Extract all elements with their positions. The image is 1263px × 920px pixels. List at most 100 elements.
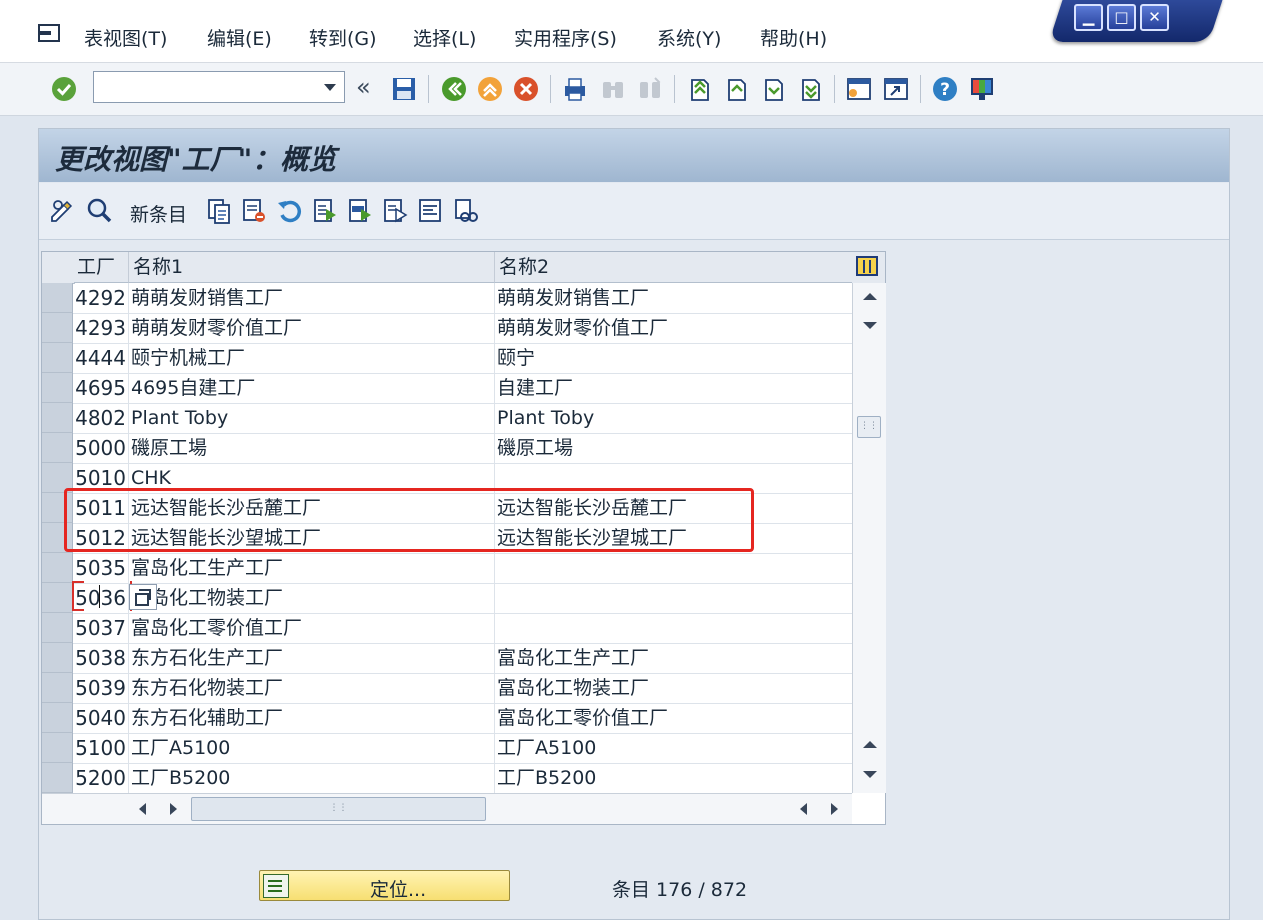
menu-edit[interactable]: 编辑(E): [207, 24, 272, 51]
cell-name2[interactable]: 磯原工場: [495, 433, 852, 463]
cell-name1[interactable]: 4695自建工厂: [129, 373, 495, 403]
copy-cell-icon[interactable]: [129, 584, 157, 610]
enter-check-icon[interactable]: [51, 76, 77, 102]
select-block-icon[interactable]: [347, 197, 373, 225]
select-all-icon[interactable]: [312, 197, 338, 225]
display-icon[interactable]: [86, 197, 112, 225]
row-selector[interactable]: [42, 613, 73, 643]
shortcut-icon[interactable]: [883, 76, 909, 102]
scroll-right-icon[interactable]: [831, 803, 838, 815]
cell-name2[interactable]: [495, 583, 852, 613]
row-selector[interactable]: [42, 673, 73, 703]
menu-icon[interactable]: [38, 24, 60, 42]
undo-icon[interactable]: [276, 197, 302, 225]
page-down-icon[interactable]: [863, 771, 877, 778]
menu-goto[interactable]: 转到(G): [309, 24, 377, 51]
print-icon[interactable]: [562, 76, 588, 102]
cell-name1[interactable]: 东方石化生产工厂: [129, 643, 495, 673]
cell-plant[interactable]: 5035: [74, 553, 129, 583]
cell-plant[interactable]: 4292: [74, 283, 129, 313]
scroll-right-icon[interactable]: [170, 803, 177, 815]
cell-plant[interactable]: 5040: [74, 703, 129, 733]
row-selector[interactable]: [42, 313, 73, 343]
cell-plant[interactable]: 4695: [74, 373, 129, 403]
cell-name2[interactable]: Plant Toby: [495, 403, 852, 433]
menu-table-view[interactable]: 表视图(T): [84, 24, 167, 51]
scroll-up-icon[interactable]: [863, 293, 877, 300]
vertical-scrollbar[interactable]: ⋮⋮: [852, 283, 886, 793]
cell-plant[interactable]: 5000: [74, 433, 129, 463]
row-selector[interactable]: [42, 583, 73, 613]
table-settings-button[interactable]: [852, 252, 885, 284]
back-icon[interactable]: [441, 76, 467, 102]
scroll-left-icon[interactable]: [139, 803, 146, 815]
last-page-icon[interactable]: [797, 76, 823, 102]
cell-name1[interactable]: 磯原工場: [129, 433, 495, 463]
cell-plant[interactable]: 4802: [74, 403, 129, 433]
row-selector[interactable]: [42, 283, 73, 313]
cell-name1[interactable]: 东方石化辅助工厂: [129, 703, 495, 733]
cell-name2[interactable]: 富岛化工生产工厂: [495, 643, 852, 673]
cell-name1[interactable]: 工厂A5100: [129, 733, 495, 763]
scroll-down-icon[interactable]: [863, 322, 877, 329]
cell-name2[interactable]: 工厂A5100: [495, 733, 852, 763]
menu-help[interactable]: 帮助(H): [760, 24, 827, 51]
page-up-icon[interactable]: [863, 741, 877, 748]
cell-name1[interactable]: 富岛化工零价值工厂: [129, 613, 495, 643]
previous-page-icon[interactable]: [723, 76, 749, 102]
menu-system[interactable]: 系统(Y): [657, 24, 721, 51]
new-entries-button[interactable]: 新条目: [130, 200, 187, 227]
row-selector[interactable]: [42, 433, 73, 463]
delete-icon[interactable]: [241, 197, 267, 225]
row-selector[interactable]: [42, 343, 73, 373]
cancel-icon[interactable]: [513, 76, 539, 102]
cell-plant[interactable]: 4444: [74, 343, 129, 373]
cell-name2[interactable]: 萌萌发财零价值工厂: [495, 313, 852, 343]
minimize-button[interactable]: ▁: [1074, 4, 1103, 31]
cell-name2[interactable]: 自建工厂: [495, 373, 852, 403]
cell-name2[interactable]: 富岛化工物装工厂: [495, 673, 852, 703]
cell-name2[interactable]: 工厂B5200: [495, 763, 852, 793]
row-selector[interactable]: [42, 733, 73, 763]
horizontal-scrollbar[interactable]: ⋮⋮: [129, 793, 852, 824]
cell-name2[interactable]: 富岛化工零价值工厂: [495, 703, 852, 733]
cell-name2[interactable]: [495, 613, 852, 643]
row-selector[interactable]: [42, 763, 73, 793]
cell-plant[interactable]: 4293: [74, 313, 129, 343]
cell-name1[interactable]: 萌萌发财销售工厂: [129, 283, 495, 313]
cell-name1[interactable]: 富岛化工生产工厂: [129, 553, 495, 583]
first-page-icon[interactable]: [686, 76, 712, 102]
position-button[interactable]: 定位...: [259, 870, 510, 901]
column-header-plant[interactable]: 工厂: [74, 252, 129, 283]
cell-plant[interactable]: 5037: [74, 613, 129, 643]
command-field[interactable]: [93, 71, 345, 103]
menu-selection[interactable]: 选择(L): [413, 24, 476, 51]
scroll-left-icon[interactable]: [800, 803, 807, 815]
exit-icon[interactable]: [477, 76, 503, 102]
row-selector[interactable]: [42, 643, 73, 673]
cell-name2[interactable]: 颐宁: [495, 343, 852, 373]
deselect-all-icon[interactable]: [382, 197, 408, 225]
maximize-button[interactable]: □: [1107, 4, 1136, 31]
chevron-down-icon[interactable]: [324, 84, 336, 91]
cell-name1[interactable]: 富岛化工物装工厂: [129, 583, 495, 613]
table-settings-icon[interactable]: [856, 256, 878, 276]
column-header-name1[interactable]: 名称1: [129, 252, 495, 283]
row-selector[interactable]: [42, 703, 73, 733]
copy-as-icon[interactable]: [206, 197, 232, 225]
horizontal-scroll-thumb[interactable]: ⋮⋮: [191, 797, 486, 821]
help-icon[interactable]: ?: [932, 76, 958, 102]
cell-name1[interactable]: Plant Toby: [129, 403, 495, 433]
cell-plant[interactable]: 5100: [74, 733, 129, 763]
select-all-rows-button[interactable]: [42, 252, 75, 284]
print-view-icon[interactable]: [417, 197, 443, 225]
display-change-icon[interactable]: [49, 197, 75, 225]
cell-plant[interactable]: 5200: [74, 763, 129, 793]
row-selector[interactable]: [42, 403, 73, 433]
cell-name1[interactable]: 东方石化物装工厂: [129, 673, 495, 703]
cell-name1[interactable]: 颐宁机械工厂: [129, 343, 495, 373]
menu-utilities[interactable]: 实用程序(S): [514, 24, 617, 51]
cell-name1[interactable]: 工厂B5200: [129, 763, 495, 793]
row-selector[interactable]: [42, 373, 73, 403]
cell-name2[interactable]: 萌萌发财销售工厂: [495, 283, 852, 313]
